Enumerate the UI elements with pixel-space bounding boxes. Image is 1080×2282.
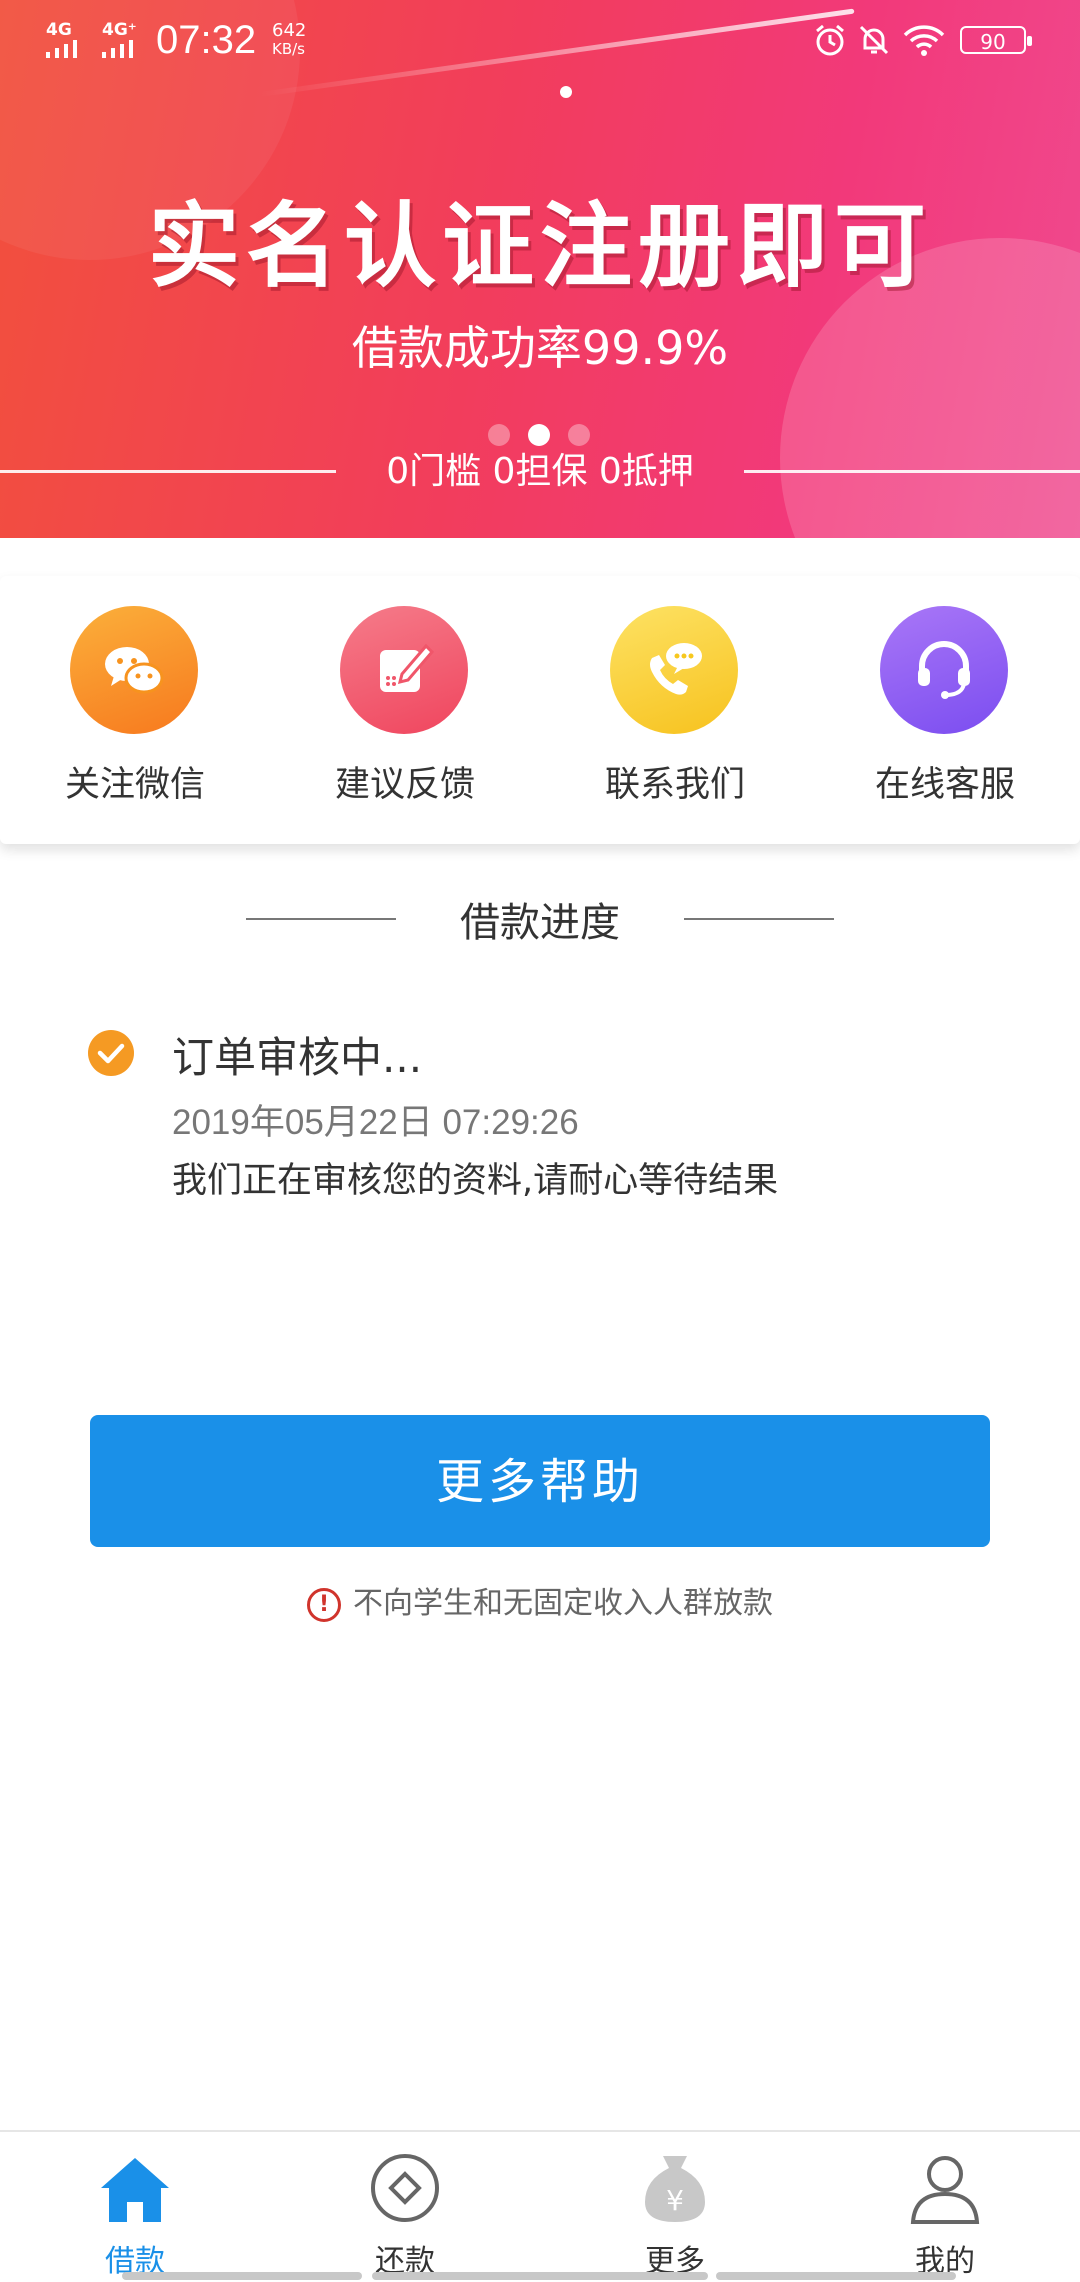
system-nav-indicator [372,2272,708,2280]
network-label: 4G⁺ [102,20,137,40]
bottom-tab-bar: 借款 还款 ¥ 更多 我的 [0,2130,1080,2282]
money-bag-icon: ¥ [645,2156,705,2222]
speed-unit: KB/s [272,40,305,58]
alert-circle-icon: ! [307,1587,341,1622]
quick-action-contact[interactable]: 联系我们 [540,606,810,816]
banner-tags: 0门槛 0担保 0抵押 [386,451,694,492]
promo-banner[interactable]: 4G 4G⁺ 07:32 642 KB/s 90 实名认证注册即可 借款成功率9… [0,0,1080,538]
signal-icon [46,38,92,58]
user-icon [910,2156,980,2224]
banner-headline: 实名认证注册即可 [147,193,932,300]
wifi-icon [903,25,945,56]
notice-text: 不向学生和无固定收入人群放款 [353,1586,773,1621]
quick-action-wechat[interactable]: 关注微信 [0,606,270,816]
feedback-edit-icon [340,606,468,734]
lending-notice: ! 不向学生和无固定收入人群放款 [0,1578,1080,1622]
tab-more[interactable]: ¥ 更多 [540,2132,810,2282]
tab-repay[interactable]: 还款 [270,2132,540,2282]
quick-action-label: 在线客服 [874,765,1015,805]
repay-circle-icon [371,2154,439,2222]
more-help-button[interactable]: 更多帮助 [90,1415,990,1547]
network-label: 4G [46,20,72,40]
tab-borrow[interactable]: 借款 [0,2132,270,2282]
quick-action-label: 联系我们 [604,765,745,805]
network-speed: 642 KB/s [272,20,307,59]
tab-mine[interactable]: 我的 [810,2132,1080,2282]
wechat-icon [70,606,198,734]
section-title: 借款进度 [460,900,620,946]
speed-value: 642 [272,20,307,41]
bell-muted-icon [859,25,889,55]
banner-decoration [560,86,572,98]
phone-chat-icon [610,606,738,734]
home-icon [101,2158,169,2222]
signal-icon [102,38,148,58]
banner-subheadline: 借款成功率99.9% [351,321,729,375]
quick-actions: 关注微信 建议反馈 联系我们 在线客服 [0,576,1080,844]
order-timestamp: 2019年05月22日 07:29:26 [172,1103,579,1142]
quick-action-feedback[interactable]: 建议反馈 [270,606,540,816]
svg-text:¥: ¥ [666,2184,684,2217]
order-description: 我们正在审核您的资料,请耐心等待结果 [172,1161,779,1201]
battery-icon: 90 [960,26,1032,54]
alarm-icon [816,24,844,56]
check-icon [88,1030,134,1076]
order-status-title: 订单审核中... [172,1033,423,1082]
headset-icon [880,606,1008,734]
clock: 07:32 [156,18,257,62]
quick-action-label: 关注微信 [64,765,205,805]
quick-action-label: 建议反馈 [334,765,475,805]
status-bar: 4G 4G⁺ 07:32 642 KB/s 90 [0,0,1080,80]
system-nav-indicator [716,2272,956,2280]
section-divider [684,918,834,920]
quick-action-support[interactable]: 在线客服 [810,606,1080,816]
system-nav-indicator [122,2272,362,2280]
